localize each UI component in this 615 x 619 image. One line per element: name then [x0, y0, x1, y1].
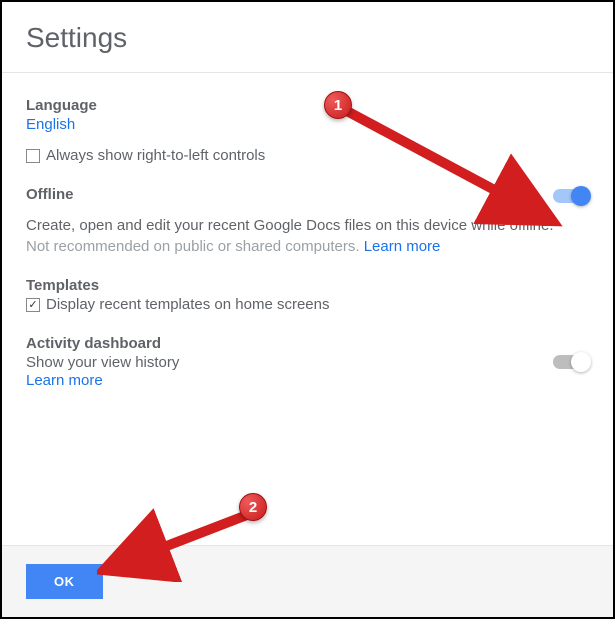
offline-section: Offline Create, open and edit your recen… — [26, 186, 589, 255]
templates-checkbox-label: Display recent templates on home screens — [46, 296, 329, 313]
settings-header: Settings — [2, 2, 613, 73]
rtl-checkbox-label: Always show right-to-left controls — [46, 147, 265, 164]
offline-note-text: Not recommended on public or shared comp… — [26, 238, 360, 255]
settings-content: Language English Always show right-to-le… — [2, 73, 613, 407]
ok-button[interactable]: OK — [26, 564, 103, 599]
language-value-link[interactable]: English — [26, 116, 589, 133]
offline-note: Not recommended on public or shared comp… — [26, 238, 589, 255]
templates-checkbox[interactable] — [26, 298, 40, 312]
templates-section: Templates Display recent templates on ho… — [26, 277, 589, 313]
page-title: Settings — [26, 22, 589, 54]
language-section: Language English Always show right-to-le… — [26, 97, 589, 164]
activity-toggle[interactable] — [553, 355, 589, 369]
activity-section: Activity dashboard Show your view histor… — [26, 335, 589, 389]
offline-heading: Offline — [26, 186, 74, 203]
callout-badge-2: 2 — [239, 493, 267, 521]
offline-learn-more-link[interactable]: Learn more — [364, 238, 441, 255]
templates-heading: Templates — [26, 277, 589, 294]
rtl-checkbox-row: Always show right-to-left controls — [26, 147, 589, 164]
rtl-checkbox[interactable] — [26, 149, 40, 163]
activity-learn-more-link[interactable]: Learn more — [26, 372, 553, 389]
activity-description: Show your view history — [26, 354, 553, 371]
callout-badge-1: 1 — [324, 91, 352, 119]
activity-heading: Activity dashboard — [26, 335, 553, 352]
language-heading: Language — [26, 97, 589, 114]
offline-toggle[interactable] — [553, 189, 589, 203]
footer-bar: OK — [2, 545, 613, 617]
offline-description: Create, open and edit your recent Google… — [26, 215, 589, 236]
